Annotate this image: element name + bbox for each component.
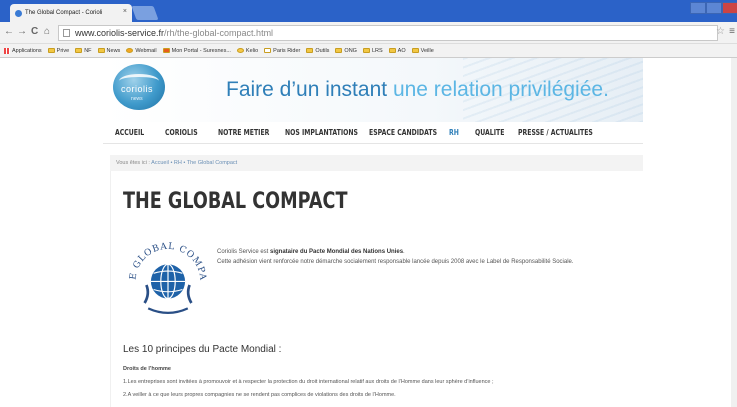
bookmark-star-icon[interactable]: ☆: [716, 26, 725, 37]
bookmark-veille[interactable]: Veille: [411, 48, 434, 54]
slogan-part-b: une relation privilégiée.: [392, 78, 609, 101]
forward-icon[interactable]: →: [17, 26, 27, 37]
url-path: /rh/the-global-compact.html: [164, 28, 274, 38]
intro-bold: signataire du Pacte Mondial des Nations …: [270, 249, 404, 255]
principle-1: 1.Les entreprises sont invitées à promou…: [123, 379, 494, 385]
close-window-icon[interactable]: [722, 2, 737, 14]
main-content: THE GLOBAL COMPACT THE GLOBAL COMPACT Co…: [110, 171, 643, 407]
bookmark-news[interactable]: News: [97, 48, 120, 54]
folder-icon: [362, 48, 370, 53]
intro-end: .: [403, 249, 405, 255]
nav-presse-actualites[interactable]: PRESSE / ACTUALITES: [518, 128, 600, 137]
page-title: THE GLOBAL COMPACT: [123, 189, 348, 214]
nav-accueil[interactable]: ACCUEIL: [115, 128, 156, 137]
breadcrumb-separator: •: [183, 160, 186, 166]
breadcrumb-current: The Global Compact: [186, 160, 238, 166]
nav-qualite[interactable]: QUALITE: [475, 128, 510, 137]
web-page: coriolis news Faire d’un instant une rel…: [0, 58, 737, 407]
logo-name: coriolis: [121, 84, 154, 94]
folder-icon: [97, 48, 105, 53]
bookmarks-bar: Applications Prive NF News Webmail Mon P…: [0, 44, 737, 58]
folder-icon: [75, 48, 83, 53]
bookmark-outils[interactable]: Outils: [306, 48, 329, 54]
bookmark-applications[interactable]: Applications: [4, 47, 42, 54]
folder-icon: [306, 48, 314, 53]
principle-2: 2.A veiller à ce que leurs propres compa…: [123, 392, 396, 398]
bookmark-paris-rider[interactable]: Paris Rider: [264, 48, 300, 54]
slogan: Faire d’un instant une relation privilég…: [226, 78, 609, 102]
intro-lead: Coriolis Service est: [217, 249, 271, 255]
bookmark-mon-portal[interactable]: Mon Portal - Suresnes...: [162, 48, 231, 54]
section-title: Les 10 principes du Pacte Mondial :: [123, 344, 282, 355]
tab-title: The Global Compact - Corioli: [25, 10, 103, 16]
nav-espace-candidats[interactable]: ESPACE CANDIDATS: [369, 128, 437, 137]
close-tab-icon[interactable]: ×: [123, 8, 127, 15]
portal-icon: [162, 48, 170, 53]
minimize-icon[interactable]: [690, 2, 706, 14]
intro-line-2: Cette adhésion vient renforcée notre dém…: [217, 259, 574, 265]
logo-sub: news: [131, 96, 143, 102]
new-tab-button[interactable]: [131, 6, 159, 20]
folder-icon: [47, 48, 55, 53]
browser-titlebar: The Global Compact - Corioli ×: [0, 0, 737, 22]
bookmark-ong[interactable]: ONG: [335, 48, 357, 54]
back-icon[interactable]: ←: [4, 26, 14, 37]
bookmark-prive[interactable]: Prive: [47, 48, 69, 54]
breadcrumb-label: Vous êtes ici :: [116, 160, 150, 166]
subsection-title: Droits de l’homme: [123, 366, 171, 372]
maximize-icon[interactable]: [706, 2, 722, 14]
url-domain: www.coriolis-service.fr: [75, 28, 165, 38]
breadcrumb-rh[interactable]: RH: [174, 160, 182, 166]
url-input[interactable]: www.coriolis-service.fr/rh/the-global-co…: [58, 25, 718, 41]
folder-icon: [335, 48, 343, 53]
bookmark-lrs[interactable]: LRS: [362, 48, 383, 54]
address-toolbar: ← → C ⌂ www.coriolis-service.fr/rh/the-g…: [0, 22, 737, 44]
menu-icon[interactable]: ≡: [729, 26, 735, 37]
favicon-icon: [15, 9, 22, 17]
home-icon[interactable]: ⌂: [44, 26, 50, 37]
global-compact-logo: THE GLOBAL COMPACT: [123, 231, 207, 315]
bookmark-nf[interactable]: NF: [75, 48, 92, 54]
coriolis-logo[interactable]: coriolis news: [113, 64, 165, 110]
nav-nos-implantations[interactable]: NOS IMPLANTATIONS: [285, 128, 358, 137]
bookmark-ao[interactable]: AO: [388, 48, 406, 54]
site-header: coriolis news Faire d’un instant une rel…: [103, 58, 643, 122]
nav-rh[interactable]: RH: [449, 128, 470, 137]
kelio-icon: [236, 48, 244, 53]
main-nav: ACCUEIL CORIOLIS NOTRE METIER NOS IMPLAN…: [103, 122, 643, 144]
nav-coriolis[interactable]: CORIOLIS: [165, 128, 208, 137]
bookmark-kelio[interactable]: Kelio: [236, 48, 258, 54]
folder-icon: [411, 48, 419, 53]
intro-text: Coriolis Service est signataire du Pacte…: [217, 247, 632, 267]
reload-icon[interactable]: C: [31, 26, 38, 37]
site-container: coriolis news Faire d’un instant une rel…: [103, 58, 643, 407]
folder-icon: [388, 48, 396, 53]
page-icon: [63, 29, 70, 37]
webmail-icon: [126, 48, 134, 53]
page-icon: [264, 48, 272, 53]
nav-notre-metier[interactable]: NOTRE METIER: [218, 128, 273, 137]
browser-tab[interactable]: The Global Compact - Corioli ×: [10, 4, 132, 22]
breadcrumb-separator: •: [170, 160, 173, 166]
breadcrumb-accueil[interactable]: Accueil: [151, 160, 169, 166]
vertical-scrollbar[interactable]: [731, 58, 737, 407]
breadcrumb: Vous êtes ici : Accueil • RH • The Globa…: [110, 155, 643, 171]
slogan-part-a: Faire d’un instant: [226, 78, 388, 101]
apps-icon: [4, 47, 10, 54]
bookmark-webmail[interactable]: Webmail: [126, 48, 157, 54]
